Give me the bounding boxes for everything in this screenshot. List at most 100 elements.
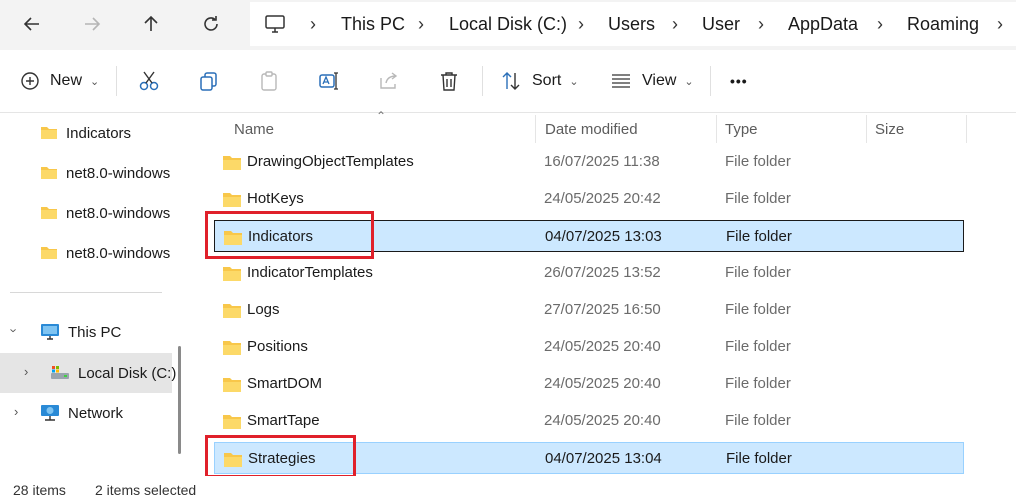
file-row[interactable]: SmartTape 24/05/2025 20:40 File folder [214, 405, 964, 437]
sort-icon [502, 72, 520, 90]
delete-button[interactable] [438, 62, 460, 100]
nav-folder-item[interactable]: Indicators [40, 116, 131, 150]
nav-local-disk-label: Local Disk (C:) [78, 364, 177, 382]
command-bar: New ⌄ Sort ⌄ View ⌄ ••• [0, 50, 1016, 113]
file-type: File folder [725, 264, 791, 281]
share-icon [380, 72, 398, 89]
new-icon [21, 72, 39, 90]
breadcrumb-roaming[interactable]: Roaming [907, 14, 979, 35]
folder-icon [41, 207, 57, 219]
scrollbar[interactable] [178, 346, 181, 454]
nav-folder-item[interactable]: net8.0-windows [40, 196, 170, 230]
cut-icon [139, 71, 159, 91]
nav-local-disk[interactable]: Local Disk (C:) [50, 356, 176, 390]
chevron-right-icon[interactable]: › [14, 404, 18, 419]
annotation-highlight-box [205, 211, 374, 259]
file-row[interactable]: SmartDOM 24/05/2025 20:40 File folder [214, 368, 964, 400]
file-type: File folder [725, 190, 791, 207]
nav-network[interactable]: Network [40, 396, 123, 430]
new-button[interactable]: New ⌄ [20, 62, 99, 100]
column-header-type[interactable]: Type [725, 113, 758, 145]
more-options-button[interactable]: ••• [730, 62, 748, 100]
chevron-down-icon: ⌄ [569, 75, 579, 88]
up-button[interactable] [133, 8, 169, 40]
paste-button[interactable] [258, 62, 280, 100]
column-divider[interactable] [966, 115, 967, 143]
chevron-right-icon: › [672, 14, 678, 34]
monitor-icon [265, 15, 285, 33]
file-row[interactable]: Positions 24/05/2025 20:40 File folder [214, 331, 964, 363]
item-count: 28 items [13, 482, 66, 498]
refresh-button[interactable] [193, 8, 229, 40]
navigation-pane: Indicators net8.0-windows net8.0-windows… [0, 113, 184, 476]
column-header-date[interactable]: Date modified [545, 113, 638, 145]
back-button[interactable] [14, 8, 50, 40]
column-header-name[interactable]: Name [234, 113, 274, 145]
nav-this-pc[interactable]: This PC [40, 315, 121, 349]
folder-icon [223, 341, 241, 355]
column-divider[interactable] [716, 115, 717, 143]
breadcrumb-users[interactable]: Users [608, 14, 655, 35]
file-type: File folder [725, 412, 791, 429]
file-name: Positions [247, 338, 308, 355]
file-type: File folder [725, 301, 791, 318]
divider [116, 66, 117, 96]
status-bar: 28 items 2 items selected [0, 476, 1016, 500]
chevron-down-icon: ⌄ [90, 75, 100, 88]
folder-icon [41, 127, 57, 139]
new-label: New [50, 72, 83, 89]
nav-folder-label: net8.0-windows [66, 204, 171, 222]
nav-folder-label: Indicators [66, 124, 132, 142]
view-icon [612, 74, 630, 88]
network-icon [41, 405, 59, 421]
sort-ascending-icon: ⌃ [376, 109, 387, 123]
chevron-right-icon: › [418, 14, 424, 34]
nav-folder-item[interactable]: net8.0-windows [40, 236, 170, 270]
delete-icon [441, 72, 457, 91]
selection-count: 2 items selected [95, 482, 197, 498]
copy-button[interactable] [198, 62, 220, 100]
file-date: 04/07/2025 13:04 [545, 450, 662, 467]
breadcrumb-this-pc[interactable]: This PC [341, 14, 405, 35]
file-type: File folder [726, 450, 792, 467]
file-row[interactable]: IndicatorTemplates 26/07/2025 13:52 File… [214, 257, 964, 289]
column-divider[interactable] [866, 115, 867, 143]
address-row: › This PC › Local Disk (C:) › Users › Us… [0, 0, 1016, 50]
rename-icon [319, 72, 338, 90]
column-header-size[interactable]: Size [875, 113, 904, 145]
column-divider[interactable] [535, 115, 536, 143]
breadcrumb-local-disk[interactable]: Local Disk (C:) [449, 14, 567, 35]
cut-button[interactable] [138, 62, 160, 100]
chevron-down-icon[interactable]: › [7, 328, 22, 332]
file-row[interactable]: Logs 27/07/2025 16:50 File folder [214, 294, 964, 326]
file-name: Logs [247, 301, 280, 318]
folder-icon [41, 167, 57, 179]
forward-button[interactable] [74, 8, 110, 40]
file-date: 24/05/2025 20:40 [544, 338, 661, 355]
chevron-down-icon: ⌄ [684, 75, 694, 88]
rename-button[interactable] [318, 62, 340, 100]
breadcrumb-user[interactable]: User [702, 14, 740, 35]
drive-icon [51, 366, 69, 379]
up-arrow-icon [144, 15, 158, 31]
share-button[interactable] [378, 62, 400, 100]
file-type: File folder [725, 338, 791, 355]
chevron-right-icon[interactable]: › [24, 364, 28, 379]
file-row[interactable]: DrawingObjectTemplates 16/07/2025 11:38 … [214, 146, 964, 178]
back-arrow-icon [23, 17, 39, 31]
nav-folder-item[interactable]: net8.0-windows [40, 156, 170, 190]
divider [482, 66, 483, 96]
folder-icon [223, 415, 241, 429]
view-button[interactable]: View ⌄ [610, 62, 694, 100]
folder-icon [223, 304, 241, 318]
chevron-right-icon: › [578, 14, 584, 34]
folder-icon [223, 267, 241, 281]
forward-arrow-icon [85, 17, 101, 31]
breadcrumb-appdata[interactable]: AppData [788, 14, 858, 35]
chevron-right-icon: › [310, 14, 316, 34]
sort-button[interactable]: Sort ⌄ [500, 62, 579, 100]
annotation-highlight-box [205, 435, 356, 478]
address-bar[interactable]: › This PC › Local Disk (C:) › Users › Us… [250, 2, 1016, 46]
file-date: 16/07/2025 11:38 [544, 153, 660, 170]
file-date: 24/05/2025 20:42 [544, 190, 661, 207]
